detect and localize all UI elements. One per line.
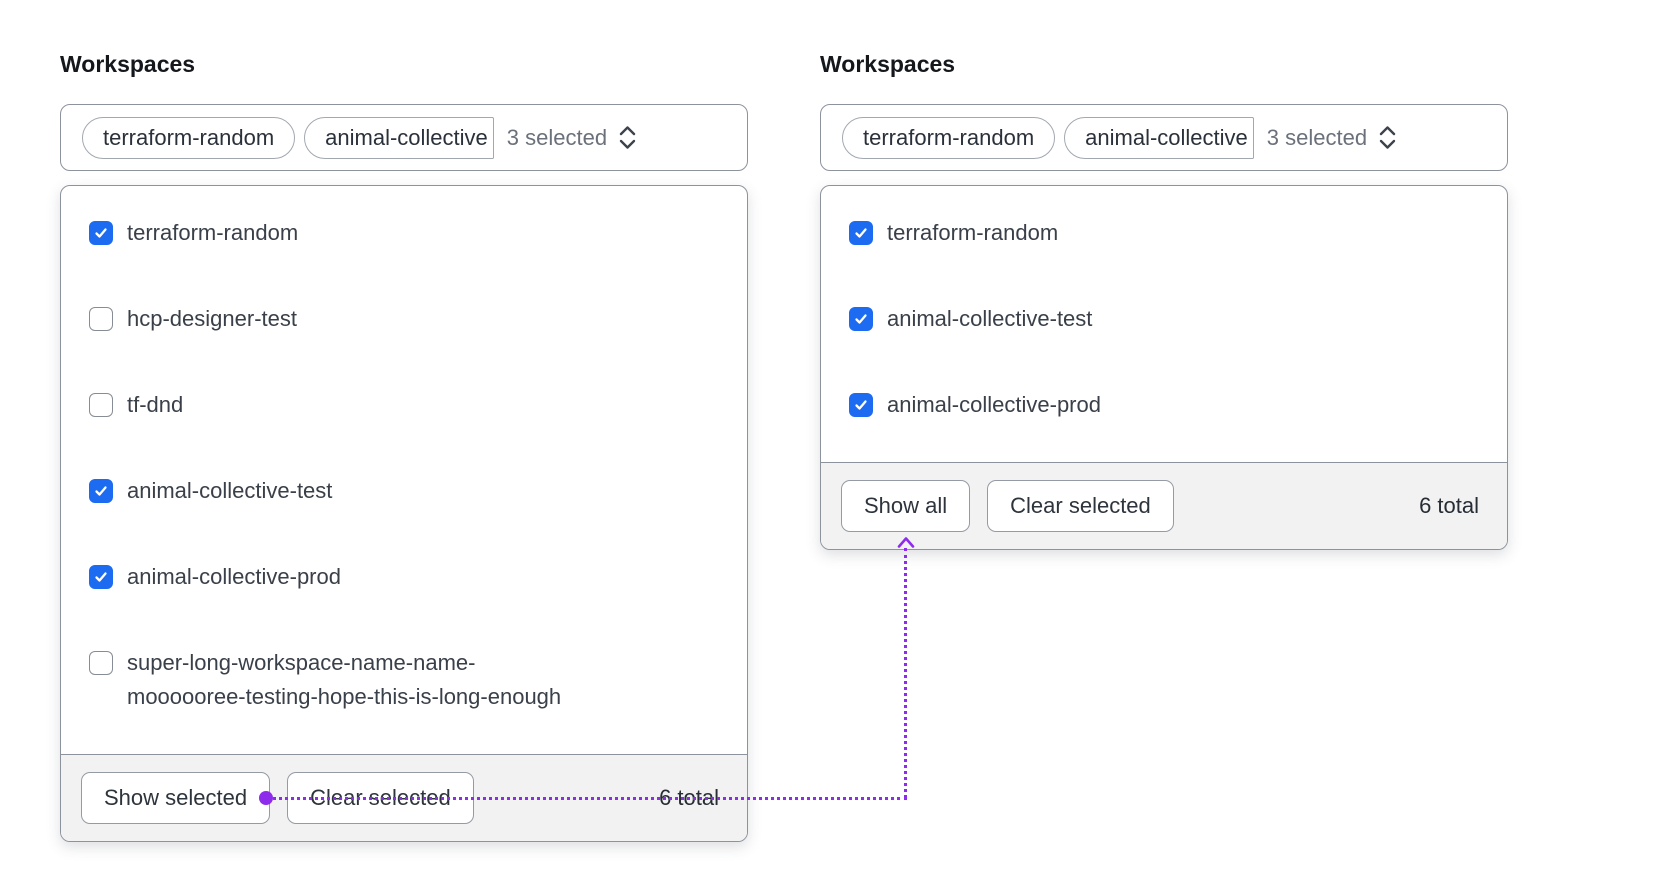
option-label: animal-collective-prod <box>127 564 341 589</box>
workspace-option[interactable]: animal-collective-test <box>89 474 719 508</box>
workspace-option[interactable]: terraform-random <box>849 216 1479 250</box>
connector-vertical-line <box>904 548 908 798</box>
panel-label: Workspaces <box>820 51 956 77</box>
selected-count-label: 3 selected <box>506 124 608 150</box>
option-label: animal-collective-test <box>127 478 333 503</box>
multiselect-toggle[interactable]: terraform-random animal-collective 3 sel… <box>60 104 748 171</box>
selected-tag-pill: terraform-random <box>82 116 296 159</box>
selected-tag-pill-truncated: animal-collective <box>1064 116 1254 159</box>
option-label: hcp-designer-test <box>127 306 297 331</box>
checkmark-icon <box>855 228 867 238</box>
checkmark-icon <box>95 486 107 496</box>
option-label: super-long-workspace-name-name- <box>127 650 476 675</box>
option-label: animal-collective-prod <box>887 392 1101 417</box>
workspace-option[interactable]: animal-collective-prod <box>89 560 719 594</box>
dropdown-listbox: terraform-random hcp-designer-test tf-dn… <box>60 185 748 842</box>
selected-count-label: 3 selected <box>1266 124 1368 150</box>
panel-label: Workspaces <box>60 51 196 77</box>
unfold-more-icon <box>619 126 636 149</box>
workspace-option[interactable]: tf-dnd <box>89 388 719 422</box>
workspace-option[interactable]: terraform-random <box>89 216 719 250</box>
option-list: terraform-random animal-collective-test … <box>821 186 1507 462</box>
workspace-option[interactable]: animal-collective-test <box>849 302 1479 336</box>
option-list: terraform-random hcp-designer-test tf-dn… <box>61 186 747 754</box>
option-label: tf-dnd <box>127 392 184 417</box>
checkbox[interactable] <box>89 221 113 245</box>
clear-selected-button[interactable]: Clear selected <box>287 772 474 824</box>
multiselect-toggle[interactable]: terraform-random animal-collective 3 sel… <box>820 104 1508 171</box>
workspaces-multiselect-filtered: Workspaces terraform-random animal-colle… <box>820 50 1508 550</box>
checkmark-icon <box>95 572 107 582</box>
total-count: 6 total <box>1419 493 1479 518</box>
checkbox[interactable] <box>89 307 113 331</box>
clear-selected-button[interactable]: Clear selected <box>987 480 1174 532</box>
unfold-more-icon <box>1379 126 1396 149</box>
show-all-button[interactable]: Show all <box>841 480 971 532</box>
selected-tag-pill: terraform-random <box>842 116 1056 159</box>
option-label-line2: moooooree-testing-hope-this-is-long-enou… <box>127 684 562 709</box>
checkmark-icon <box>95 228 107 238</box>
show-selected-button[interactable]: Show selected <box>81 772 271 824</box>
option-label: terraform-random <box>887 220 1059 245</box>
total-count: 6 total <box>659 785 719 810</box>
option-label: terraform-random <box>127 220 299 245</box>
checkbox[interactable] <box>89 651 113 675</box>
dropdown-footer: Show selected Clear selected 6 total <box>61 754 747 841</box>
option-label: animal-collective-test <box>887 306 1093 331</box>
checkmark-icon <box>855 400 867 410</box>
checkbox[interactable] <box>849 307 873 331</box>
dropdown-listbox: terraform-random animal-collective-test … <box>820 185 1508 550</box>
checkbox[interactable] <box>89 479 113 503</box>
checkmark-icon <box>855 314 867 324</box>
workspace-option[interactable]: animal-collective-prod <box>849 388 1479 422</box>
workspaces-multiselect-expanded: Workspaces terraform-random animal-colle… <box>60 50 748 842</box>
dropdown-footer: Show all Clear selected 6 total <box>821 462 1507 549</box>
selected-tag-pill-truncated: animal-collective <box>304 116 494 159</box>
checkbox[interactable] <box>89 565 113 589</box>
checkbox[interactable] <box>89 393 113 417</box>
checkbox[interactable] <box>849 393 873 417</box>
workspace-option[interactable]: hcp-designer-test <box>89 302 719 336</box>
checkbox[interactable] <box>849 221 873 245</box>
workspace-option-long-name[interactable]: super-long-workspace-name-name- mooooore… <box>89 646 719 714</box>
